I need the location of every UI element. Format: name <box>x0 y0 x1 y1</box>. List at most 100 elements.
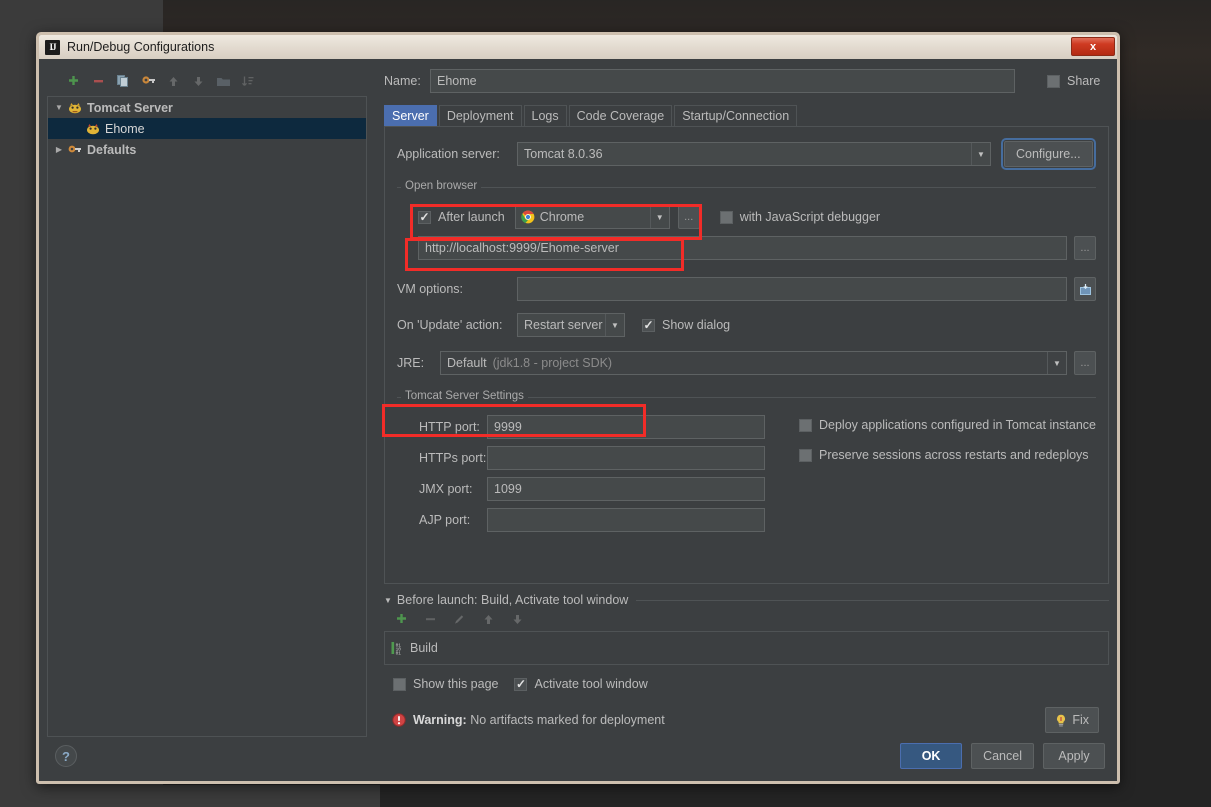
build-icon: 01 10 01 <box>391 641 404 655</box>
warning-bar: Warning: No artifacts marked for deploym… <box>384 703 1109 737</box>
configurations-tree[interactable]: ▼ Tomcat Server Ehome ▶ Defaults <box>47 96 367 737</box>
browser-url-input[interactable]: http://localhost:9999/Ehome-server <box>418 236 1067 260</box>
desktop-background-bottom-strip <box>0 785 380 807</box>
preserve-sessions-checkbox[interactable] <box>798 448 812 462</box>
chevron-down-icon[interactable]: ▼ <box>384 596 392 605</box>
tomcat-settings-group: Tomcat Server Settings HTTP port: 9999 H… <box>397 390 1096 532</box>
add-icon[interactable] <box>65 73 81 89</box>
move-task-down-icon[interactable] <box>509 611 525 627</box>
show-dialog-checkbox[interactable] <box>642 318 655 332</box>
update-action-combo[interactable]: Restart server ▼ <box>517 313 625 337</box>
tab-code-coverage[interactable]: Code Coverage <box>568 105 673 126</box>
chevron-down-icon[interactable]: ▼ <box>971 143 990 165</box>
move-task-up-icon[interactable] <box>480 611 496 627</box>
application-server-combo[interactable]: Tomcat 8.0.36 ▼ <box>517 142 991 166</box>
configuration-right-panel: Name: Ehome Share Server Deployment Logs… <box>367 67 1109 737</box>
name-input[interactable]: Ehome <box>430 69 1015 93</box>
help-button[interactable]: ? <box>55 745 77 767</box>
configure-button[interactable]: Configure... <box>1001 138 1096 170</box>
jre-value: Default <box>447 356 487 370</box>
cancel-button[interactable]: Cancel <box>971 743 1034 769</box>
open-browser-group-title: Open browser <box>401 180 482 192</box>
after-launch-row: After launch Chrome ▼ ... <box>397 205 1096 229</box>
jre-combo[interactable]: Default (jdk1.8 - project SDK) ▼ <box>440 351 1067 375</box>
tree-item-defaults[interactable]: ▶ Defaults <box>48 139 366 160</box>
dialog-body: ▼ Tomcat Server Ehome ▶ Defaults Name: E… <box>39 59 1117 781</box>
chevron-down-icon[interactable]: ▼ <box>605 314 624 336</box>
dialog-main-area: ▼ Tomcat Server Ehome ▶ Defaults Name: E… <box>39 59 1117 737</box>
ajp-port-input[interactable] <box>487 508 765 532</box>
vm-options-input[interactable] <box>517 277 1067 301</box>
chevron-down-icon[interactable]: ▼ <box>1047 352 1066 374</box>
intellij-idea-icon: IJ <box>45 39 60 55</box>
tree-item-label: Defaults <box>87 142 137 157</box>
browser-combo[interactable]: Chrome ▼ <box>514 205 670 229</box>
tomcat-icon <box>84 121 101 136</box>
edit-task-icon[interactable] <box>451 611 467 627</box>
tree-item-tomcat-server[interactable]: ▼ Tomcat Server <box>48 97 366 118</box>
tab-startup-connection[interactable]: Startup/Connection <box>674 105 798 126</box>
show-dialog-label: Show dialog <box>662 318 731 332</box>
browser-settings-button[interactable]: ... <box>677 205 700 229</box>
before-launch-task-list[interactable]: 01 10 01 Build <box>384 631 1109 665</box>
http-port-input[interactable]: 9999 <box>487 415 765 439</box>
defaults-icon <box>66 142 83 157</box>
svg-text:01: 01 <box>396 651 402 655</box>
fix-button-label: Fix <box>1072 713 1089 727</box>
move-up-icon[interactable] <box>165 73 181 89</box>
jre-browse-button[interactable]: ... <box>1074 351 1096 375</box>
folder-icon[interactable] <box>215 73 231 89</box>
ajp-port-label: AJP port: <box>419 513 471 527</box>
after-launch-checkbox[interactable] <box>418 210 431 224</box>
copy-icon[interactable] <box>115 73 131 89</box>
configurations-left-panel: ▼ Tomcat Server Ehome ▶ Defaults <box>47 67 367 737</box>
jmx-port-input[interactable]: 1099 <box>487 477 765 501</box>
show-this-page-checkbox[interactable] <box>393 677 406 691</box>
ok-button[interactable]: OK <box>900 743 963 769</box>
dialog-footer: ? OK Cancel Apply <box>39 737 1117 781</box>
tab-deployment[interactable]: Deployment <box>438 105 522 126</box>
dialog-title: Run/Debug Configurations <box>67 40 215 54</box>
tree-item-label: Ehome <box>105 121 145 136</box>
browser-url-browse-button[interactable]: ... <box>1074 236 1096 260</box>
remove-task-icon[interactable] <box>422 611 438 627</box>
share-checkbox[interactable] <box>1047 74 1060 88</box>
open-browser-group: Open browser After launch Chrome ▼ <box>397 180 1096 260</box>
apply-button[interactable]: Apply <box>1043 743 1105 769</box>
jre-label: JRE: <box>397 356 425 370</box>
deploy-apps-checkbox[interactable] <box>798 418 812 432</box>
close-button[interactable]: x <box>1071 37 1115 56</box>
tab-server[interactable]: Server <box>384 105 437 126</box>
before-launch-header[interactable]: ▼ Before launch: Build, Activate tool wi… <box>384 593 1109 607</box>
tab-logs[interactable]: Logs <box>523 105 567 126</box>
deploy-apps-row: Deploy applications configured in Tomcat… <box>798 418 1096 432</box>
before-launch-divider <box>636 599 1109 601</box>
expand-editor-icon[interactable] <box>1074 277 1096 301</box>
tree-item-ehome[interactable]: Ehome <box>48 118 366 139</box>
tomcat-ports-column: HTTP port: 9999 HTTPs port: JMX port: 10… <box>397 415 781 532</box>
application-server-row: Application server: Tomcat 8.0.36 ▼ Conf… <box>397 138 1096 170</box>
remove-icon[interactable] <box>90 73 106 89</box>
js-debugger-checkbox[interactable] <box>719 210 733 224</box>
run-debug-configurations-dialog: IJ Run/Debug Configurations x ▼ Tomcat S… <box>36 32 1120 784</box>
application-server-label: Application server: <box>397 147 500 161</box>
move-down-icon[interactable] <box>190 73 206 89</box>
https-port-input[interactable] <box>487 446 765 470</box>
collapse-arrow-icon[interactable]: ▶ <box>52 145 66 154</box>
fix-button[interactable]: Fix <box>1045 707 1099 733</box>
before-launch-task-label: Build <box>410 641 438 655</box>
jmx-port-row: JMX port: 1099 <box>397 477 781 501</box>
browser-url-row: http://localhost:9999/Ehome-server ... <box>397 236 1096 260</box>
sort-icon[interactable] <box>240 73 256 89</box>
http-port-label: HTTP port: <box>419 420 480 434</box>
edit-templates-icon[interactable] <box>140 73 156 89</box>
tomcat-settings-group-title: Tomcat Server Settings <box>401 390 528 402</box>
add-task-icon[interactable] <box>393 611 409 627</box>
name-label: Name: <box>384 74 421 88</box>
expand-arrow-icon[interactable]: ▼ <box>52 103 66 112</box>
activate-tool-window-checkbox[interactable] <box>514 677 528 691</box>
chevron-down-icon[interactable]: ▼ <box>649 206 669 228</box>
tomcat-options-column: Deploy applications configured in Tomcat… <box>781 415 1096 532</box>
warning-prefix: Warning: <box>413 713 467 727</box>
share-label: Share <box>1067 74 1101 88</box>
